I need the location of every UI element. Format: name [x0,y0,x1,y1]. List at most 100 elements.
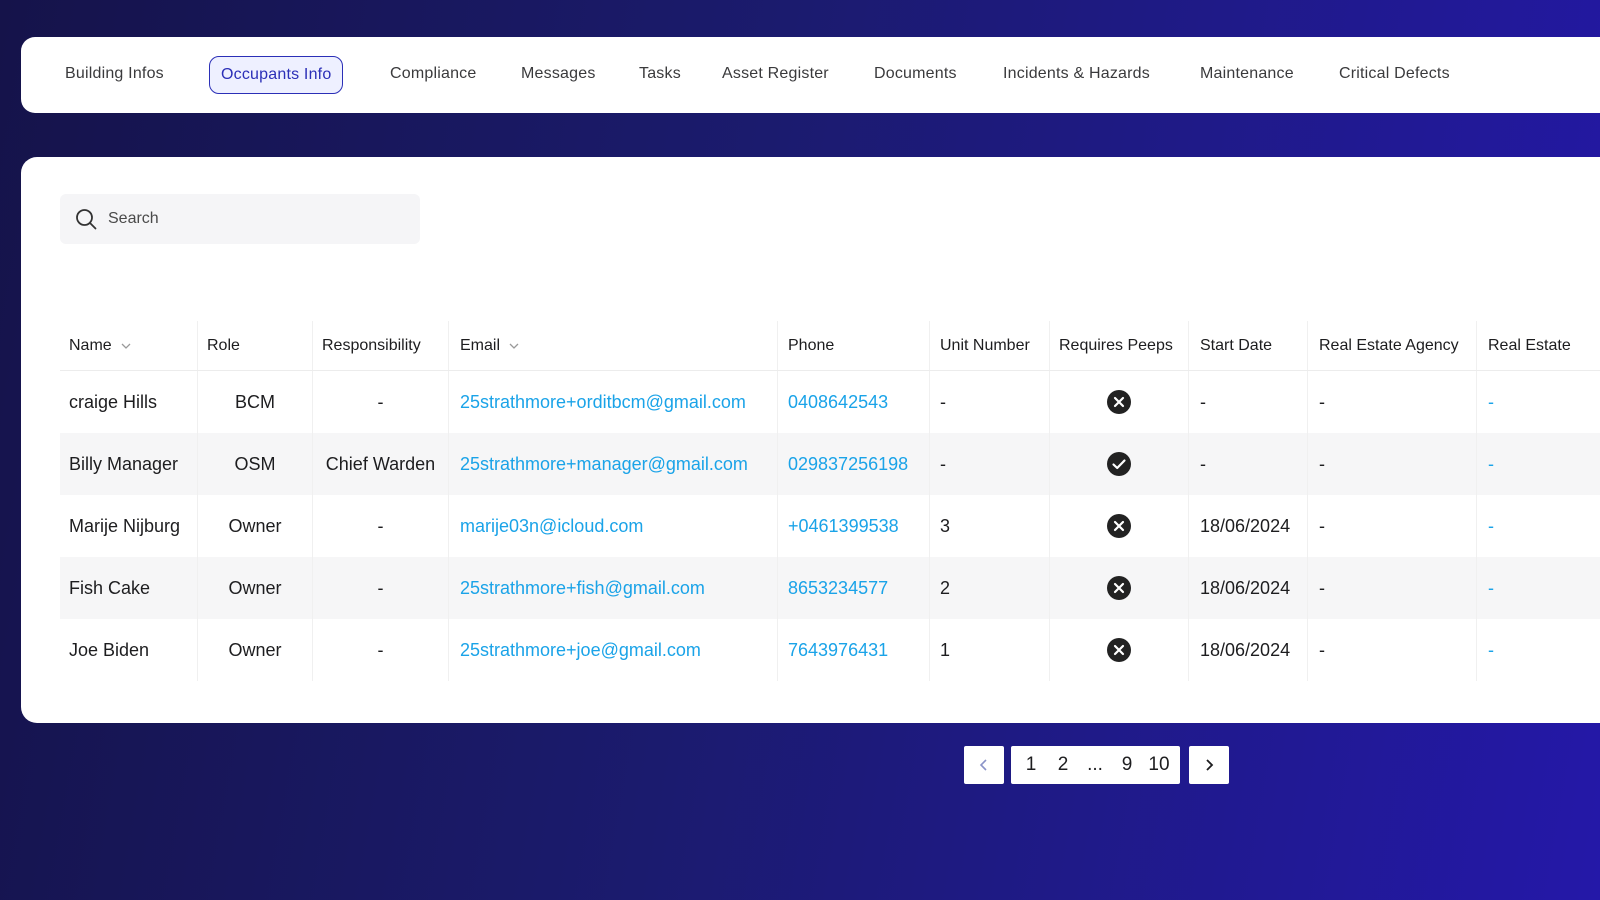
cell-start-date: - [1189,433,1308,495]
cell-start-date: - [1189,371,1308,433]
tab-critical-defects[interactable]: Critical Defects [1339,56,1450,94]
phone-link[interactable]: 029837256198 [778,433,930,495]
cell-real-estate-agency: - [1308,371,1477,433]
cell-name: Joe Biden [60,619,198,681]
cell-role: Owner [198,619,313,681]
header-role: Role [198,321,313,370]
cell-name: Billy Manager [60,433,198,495]
cell-responsibility: - [313,371,449,433]
table-row[interactable]: craige Hills BCM - 25strathmore+orditbcm… [60,371,1600,433]
x-circle-icon [1107,576,1131,600]
pagination: 1 2 ... 9 10 [1011,746,1180,784]
cell-unit-number: - [930,433,1050,495]
chevron-down-icon[interactable] [120,342,132,350]
occupants-panel: Name Role Responsibility Email Phone Uni… [21,157,1600,723]
cell-unit-number: 2 [930,557,1050,619]
page-1-button[interactable]: 1 [1015,754,1047,776]
x-circle-icon [1107,638,1131,662]
tab-messages[interactable]: Messages [521,56,596,94]
cell-requires-peeps [1050,371,1189,433]
email-link[interactable]: 25strathmore+manager@gmail.com [449,433,778,495]
header-real-estate-agency: Real Estate Agency [1308,321,1477,370]
cell-real-estate-agent[interactable]: - [1477,619,1600,681]
table-row[interactable]: Fish Cake Owner - 25strathmore+fish@gmai… [60,557,1600,619]
tab-asset-register[interactable]: Asset Register [722,56,829,94]
cell-real-estate-agent[interactable]: - [1477,557,1600,619]
page-9-button[interactable]: 9 [1111,754,1143,776]
next-page-button[interactable] [1189,746,1229,784]
occupants-table: Name Role Responsibility Email Phone Uni… [60,321,1600,681]
header-phone: Phone [778,321,930,370]
check-circle-icon [1107,452,1131,476]
search-icon [76,209,97,230]
email-link[interactable]: 25strathmore+joe@gmail.com [449,619,778,681]
email-link[interactable]: 25strathmore+orditbcm@gmail.com [449,371,778,433]
x-circle-icon [1107,514,1131,538]
cell-responsibility: - [313,557,449,619]
cell-requires-peeps [1050,619,1189,681]
cell-real-estate-agent[interactable]: - [1477,495,1600,557]
search-box[interactable] [60,194,420,244]
phone-link[interactable]: 7643976431 [778,619,930,681]
cell-real-estate-agency: - [1308,433,1477,495]
table-row[interactable]: Billy Manager OSM Chief Warden 25strathm… [60,433,1600,495]
cell-role: BCM [198,371,313,433]
cell-unit-number: - [930,371,1050,433]
cell-real-estate-agency: - [1308,557,1477,619]
cell-start-date: 18/06/2024 [1189,495,1308,557]
cell-responsibility: - [313,619,449,681]
header-email[interactable]: Email [449,321,778,370]
header-responsibility: Responsibility [313,321,449,370]
cell-role: Owner [198,557,313,619]
tab-tasks[interactable]: Tasks [639,56,681,94]
cell-role: OSM [198,433,313,495]
tab-maintenance[interactable]: Maintenance [1200,56,1294,94]
cell-responsibility: - [313,495,449,557]
cell-responsibility: Chief Warden [313,433,449,495]
cell-name: Marije Nijburg [60,495,198,557]
header-email-label: Email [460,336,501,354]
page-ellipsis: ... [1087,754,1103,775]
email-link[interactable]: marije03n@icloud.com [449,495,778,557]
chevron-right-icon [1206,759,1214,771]
x-circle-icon [1107,390,1131,414]
tab-documents[interactable]: Documents [874,56,957,94]
chevron-down-icon[interactable] [508,342,520,350]
header-requires-peeps: Requires Peeps [1050,321,1189,370]
phone-link[interactable]: 0408642543 [778,371,930,433]
cell-requires-peeps [1050,557,1189,619]
phone-link[interactable]: +0461399538 [778,495,930,557]
table-row[interactable]: Joe Biden Owner - 25strathmore+joe@gmail… [60,619,1600,681]
prev-page-button[interactable] [964,746,1004,784]
page-10-button[interactable]: 10 [1143,754,1175,776]
cell-role: Owner [198,495,313,557]
header-unit-number: Unit Number [930,321,1050,370]
header-real-estate-agent: Real Estate [1488,336,1571,354]
cell-real-estate-agency: - [1308,495,1477,557]
search-input[interactable] [108,210,408,228]
page-2-button[interactable]: 2 [1047,754,1079,776]
cell-requires-peeps [1050,495,1189,557]
tab-compliance[interactable]: Compliance [390,56,476,94]
chevron-left-icon [979,759,987,771]
cell-start-date: 18/06/2024 [1189,557,1308,619]
cell-start-date: 18/06/2024 [1189,619,1308,681]
tab-bar: Building Infos Occupants Info Compliance… [21,37,1600,113]
tab-occupants-info[interactable]: Occupants Info [209,56,344,94]
header-start-date: Start Date [1189,321,1308,370]
cell-real-estate-agent[interactable]: - [1477,371,1600,433]
cell-unit-number: 3 [930,495,1050,557]
table-row[interactable]: Marije Nijburg Owner - marije03n@icloud.… [60,495,1600,557]
cell-name: craige Hills [60,371,198,433]
cell-requires-peeps [1050,433,1189,495]
tab-incidents-hazards[interactable]: Incidents & Hazards [1003,56,1150,94]
cell-name: Fish Cake [60,557,198,619]
tab-building-infos[interactable]: Building Infos [65,56,164,94]
cell-real-estate-agency: - [1308,619,1477,681]
email-link[interactable]: 25strathmore+fish@gmail.com [449,557,778,619]
cell-unit-number: 1 [930,619,1050,681]
header-name-label: Name [69,336,112,354]
cell-real-estate-agent[interactable]: - [1477,433,1600,495]
phone-link[interactable]: 8653234577 [778,557,930,619]
header-name[interactable]: Name [60,321,198,370]
